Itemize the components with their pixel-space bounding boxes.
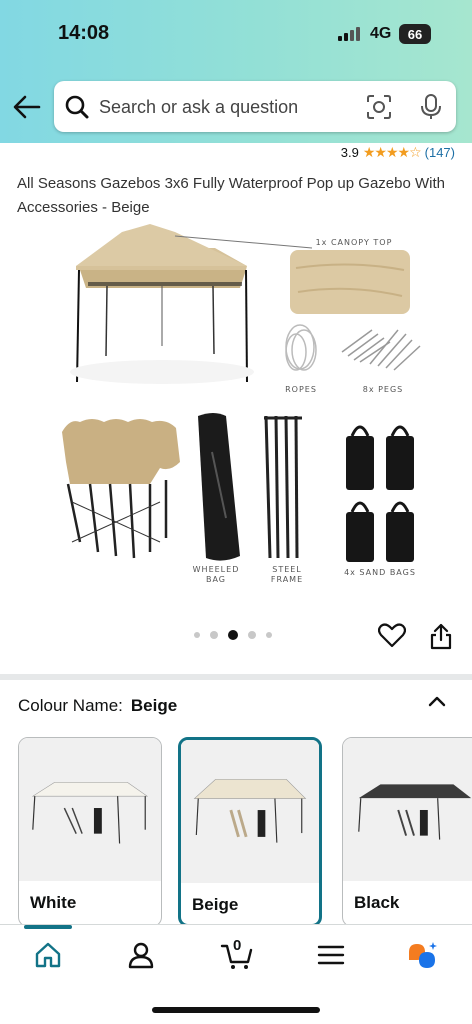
share-icon[interactable] bbox=[429, 622, 453, 650]
battery-icon: 66 bbox=[399, 24, 431, 44]
account-icon[interactable] bbox=[126, 940, 156, 970]
cart-count: 0 bbox=[233, 937, 242, 954]
signal-icon bbox=[338, 27, 360, 41]
heart-icon[interactable] bbox=[378, 622, 406, 648]
wheeled-bag-illustration bbox=[198, 413, 240, 561]
pegs-label: 8x PEGS bbox=[363, 385, 404, 394]
colour-option-label: Black bbox=[354, 893, 400, 912]
section-divider bbox=[0, 674, 472, 680]
menu-icon[interactable] bbox=[316, 940, 346, 970]
rating-summary[interactable]: 3.9 ★★★★☆ (147) bbox=[341, 144, 455, 161]
header: 14:08 4G 66 Search or ask a question bbox=[0, 0, 472, 143]
colour-option-white[interactable]: White bbox=[18, 737, 162, 927]
colour-name-label: Colour Name: bbox=[18, 696, 123, 715]
bag-label-1: WHEELED bbox=[193, 565, 240, 574]
colour-name-value: Beige bbox=[130, 696, 178, 715]
rufus-assistant-icon[interactable] bbox=[406, 940, 440, 970]
colour-option-beige[interactable]: Beige bbox=[178, 737, 322, 927]
sand-bags-illustration bbox=[346, 425, 414, 562]
rating-value: 3.9 bbox=[340, 145, 359, 160]
active-tab-indicator bbox=[24, 925, 72, 929]
steel-frame-illustration bbox=[264, 415, 302, 559]
microphone-icon[interactable] bbox=[420, 93, 442, 121]
folded-gazebo-illustration bbox=[62, 419, 180, 559]
bag-label-2: BAG bbox=[206, 575, 226, 584]
gazebo-illustration bbox=[70, 224, 313, 384]
product-image[interactable]: 1x CANOPY TOP ROPES 8x PEGS WHEELED BAG … bbox=[0, 222, 472, 622]
colour-option-image bbox=[181, 740, 319, 883]
frame-label-2: FRAME bbox=[271, 575, 303, 584]
product-title: All Seasons Gazebos 3x6 Fully Waterproof… bbox=[17, 175, 445, 216]
colour-option-label: Beige bbox=[192, 895, 239, 914]
frame-label-1: STEEL bbox=[272, 565, 302, 574]
colour-option-image bbox=[19, 738, 161, 881]
search-icon bbox=[65, 95, 89, 119]
camera-scan-icon[interactable] bbox=[365, 93, 393, 121]
search-input[interactable]: Search or ask a question bbox=[99, 97, 298, 118]
search-bar[interactable]: Search or ask a question bbox=[54, 81, 456, 132]
ropes-illustration bbox=[285, 324, 317, 371]
battery-level: 66 bbox=[407, 26, 423, 42]
image-pagination[interactable] bbox=[194, 630, 272, 640]
ropes-label: ROPES bbox=[285, 385, 317, 394]
back-arrow-icon[interactable] bbox=[12, 94, 42, 120]
home-indicator bbox=[152, 1007, 320, 1013]
home-icon[interactable] bbox=[33, 940, 63, 970]
star-rating-icon: ★★★★☆ bbox=[362, 144, 422, 160]
pegs-illustration bbox=[341, 329, 421, 371]
chevron-up-icon[interactable] bbox=[428, 694, 446, 708]
status-time: 14:08 bbox=[58, 22, 110, 44]
canopy-top-illustration bbox=[290, 250, 410, 314]
colour-option-label: White bbox=[30, 893, 77, 912]
canopy-label: 1x CANOPY TOP bbox=[316, 238, 393, 247]
colour-name-row: Colour Name: Beige bbox=[18, 696, 177, 716]
colour-option-image bbox=[343, 738, 472, 881]
network-type: 4G bbox=[370, 25, 392, 42]
colour-option-black[interactable]: Black bbox=[342, 737, 472, 927]
sandbags-label: 4x SAND BAGS bbox=[344, 568, 416, 577]
review-count[interactable]: (147) bbox=[425, 145, 455, 160]
